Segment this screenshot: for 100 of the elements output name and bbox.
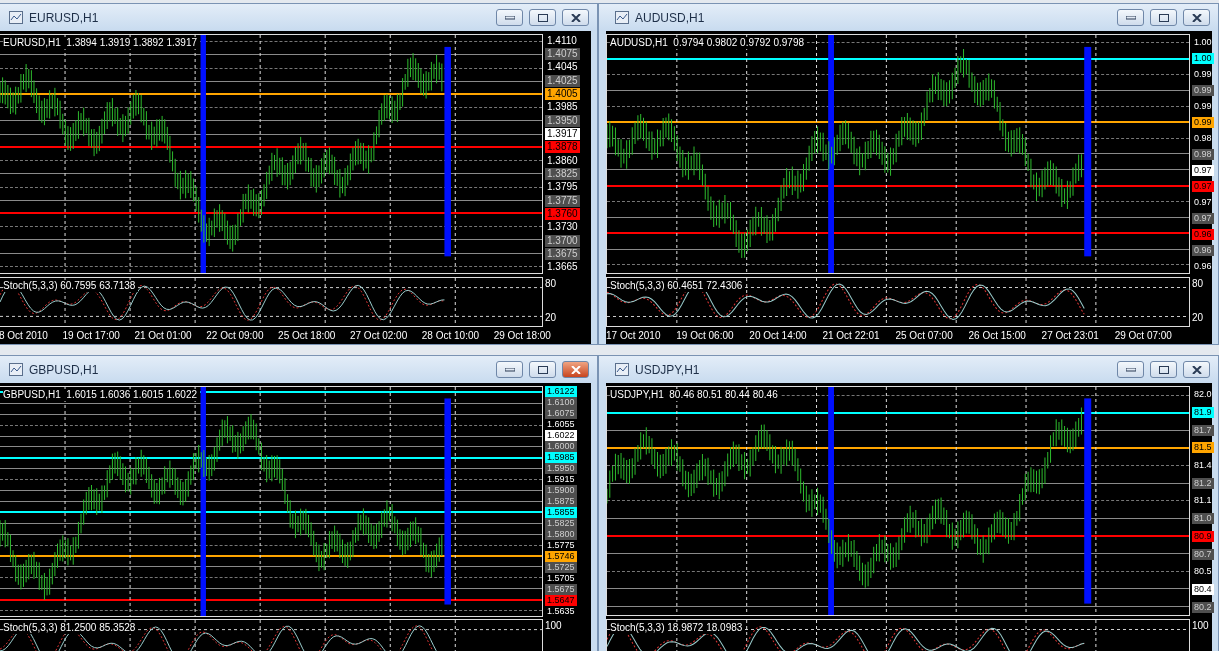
time-label: 29 Oct 07:00 [1114,330,1172,341]
price-label: 1.3700 [545,234,580,247]
price-label: 80.7 [1192,548,1214,560]
minimize-button[interactable] [1117,9,1144,26]
price-label: 1.3795 [546,181,579,194]
price-label: 81.4 [1193,460,1213,472]
close-button[interactable] [1183,9,1210,26]
close-icon [1191,13,1202,22]
price-label: 81.2 [1192,477,1214,489]
minimize-button[interactable] [1117,361,1144,378]
scale-label: 100 [1192,621,1210,631]
chart-icon [9,363,23,376]
time-label: 17 Oct 2010 [606,330,661,341]
price-label: 1.3665 [546,261,579,274]
minimize-button[interactable] [496,9,523,26]
price-label: 1.3917 [545,127,580,140]
price-label: 1.5825 [545,518,577,529]
time-label: 25 Oct 07:00 [895,330,953,341]
price-label: 1.3760 [545,207,580,220]
price-label: 1.6055 [546,419,576,430]
price-label: 81.1 [1193,495,1213,507]
price-label: 1.3825 [545,167,580,180]
price-label: 1.4025 [545,74,580,87]
price-label: 1.5647 [545,595,577,606]
maximize-button[interactable] [529,9,556,26]
price-label: 1.3860 [546,154,579,167]
price-label: 1.6022 [545,430,577,441]
window-title: GBPUSD,H1 [29,362,100,377]
price-label: 1.3950 [545,114,580,127]
close-icon [570,365,581,374]
scale-label: 20 [1192,313,1205,323]
chart-info: USDJPY,H1 80.46 80.51 80.44 80.46 [610,389,781,401]
price-label: 1.4045 [546,61,579,74]
price-label: 1.5900 [545,485,577,496]
price-label: 1.6075 [545,408,577,419]
close-button[interactable] [562,9,589,26]
price-label: 0.97 [1192,164,1214,176]
price-label: 0.96 [1192,244,1214,256]
time-label: 29 Oct 18:00 [493,330,551,341]
price-label: 1.5746 [545,551,577,562]
level-line[interactable] [0,555,542,558]
price-label: 1.3985 [546,101,579,114]
price-label: 80.9 [1192,530,1214,542]
close-button[interactable] [562,361,589,378]
price-label: 81.7 [1192,424,1214,436]
minimize-icon [1125,15,1136,20]
minimize-icon [504,367,515,372]
time-label: 19 Oct 17:00 [62,330,120,341]
maximize-icon [537,365,548,374]
maximize-button[interactable] [1150,361,1177,378]
window-title: EURUSD,H1 [29,10,100,25]
level-line[interactable] [607,184,1189,187]
price-label: 0.96 [1193,260,1213,272]
level-line[interactable] [607,121,1189,124]
price-label: 1.5985 [545,452,577,463]
minimize-button[interactable] [496,361,523,378]
time-label: 25 Oct 18:00 [278,330,336,341]
price-label: 1.6000 [545,441,577,452]
maximize-icon [1158,365,1169,374]
window-title: AUDUSD,H1 [635,10,706,25]
close-icon [570,13,581,22]
chart-icon [615,363,629,376]
chart-info: EURUSD,H1 1.3894 1.3919 1.3892 1.3917 [3,37,201,49]
price-label: 0.99 [1192,84,1214,96]
time-label: 19 Oct 06:00 [676,330,734,341]
price-label: 1.5775 [546,540,576,551]
close-button[interactable] [1183,361,1210,378]
price-label: 81.0 [1192,513,1214,525]
price-label: 1.5705 [546,573,576,584]
price-label: 0.97 [1193,196,1213,208]
time-label: 21 Oct 22:01 [822,330,880,341]
stochastic-label: Stoch(5,3,3) 60.7595 63.7138 [3,280,139,292]
scale-label: 100 [545,621,563,631]
level-line[interactable] [607,447,1189,450]
price-label: 1.00 [1193,36,1213,48]
minimize-icon [1125,367,1136,372]
maximize-button[interactable] [529,361,556,378]
time-label: 26 Oct 15:00 [968,330,1026,341]
time-label: 8 Oct 2010 [0,330,48,341]
time-label: 27 Oct 02:00 [349,330,408,341]
price-label: 1.6122 [545,386,577,397]
price-label: 1.3675 [545,247,580,260]
price-label: 1.4075 [545,48,580,60]
price-label: 1.4005 [545,87,580,100]
level-line[interactable] [0,93,542,96]
scale-label: 80 [1192,279,1205,289]
price-label: 0.97 [1192,212,1214,224]
price-label: 0.97 [1192,180,1214,192]
price-label: 0.99 [1193,100,1213,112]
chart-info: AUDUSD,H1 0.9794 0.9802 0.9792 0.9798 [610,37,808,49]
price-label: 1.4110 [546,34,578,47]
window-title: USDJPY,H1 [635,362,701,377]
price-label: 1.5950 [545,463,577,474]
minimize-icon [504,15,515,20]
scale-label: 80 [545,279,558,289]
price-label: 1.5855 [545,507,577,518]
time-label: 28 Oct 10:00 [421,330,480,341]
price-label: 1.5875 [545,496,577,507]
time-label: 22 Oct 09:00 [206,330,264,341]
maximize-button[interactable] [1150,9,1177,26]
